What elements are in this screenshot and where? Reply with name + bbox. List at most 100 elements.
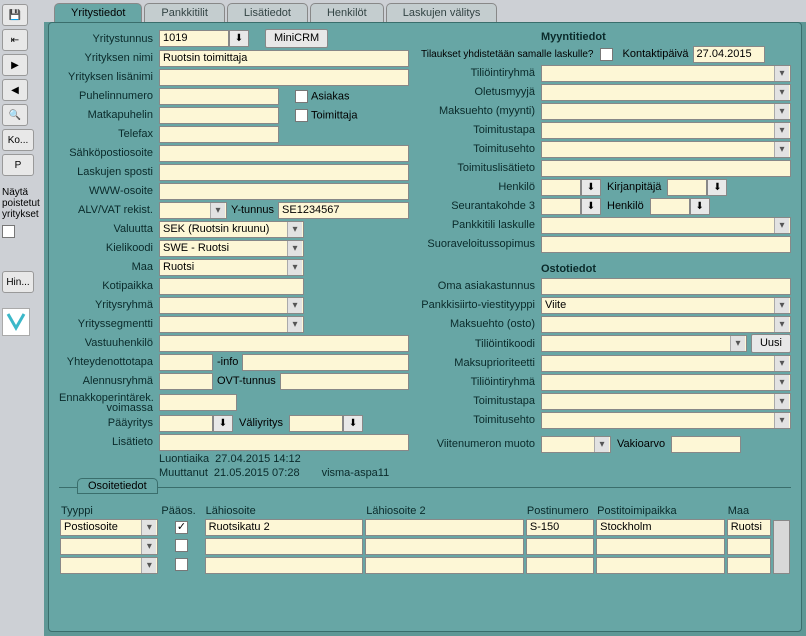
yritystunnus-lookup[interactable]: ⬇ xyxy=(229,30,249,47)
addr-katu[interactable] xyxy=(205,557,364,574)
tiliointiryhma-select[interactable] xyxy=(541,65,791,82)
tab-henkilot[interactable]: Henkilöt xyxy=(310,3,384,22)
maksuprio-select[interactable] xyxy=(541,355,791,372)
tiliointikoodi-select[interactable] xyxy=(541,335,747,352)
info-input[interactable] xyxy=(242,354,409,371)
next-icon[interactable]: ▶ xyxy=(2,54,28,76)
kirjanpitaja-lookup[interactable]: ⬇ xyxy=(707,179,727,196)
p-button[interactable]: P xyxy=(2,154,34,176)
maksuehto-o-select[interactable] xyxy=(541,316,791,333)
addr-tyyppi[interactable] xyxy=(60,538,158,555)
addr-tyyppi[interactable] xyxy=(60,557,158,574)
toimituslisa-input[interactable] xyxy=(541,160,791,177)
henkilo-input[interactable] xyxy=(541,179,581,196)
label-info: -info xyxy=(213,356,242,368)
sposti-input[interactable] xyxy=(159,145,409,162)
addr-katu2[interactable] xyxy=(365,538,524,555)
paayritys-lookup[interactable]: ⬇ xyxy=(213,415,233,432)
kirjanpitaja-input[interactable] xyxy=(667,179,707,196)
valuutta-select[interactable]: SEK (Ruotsin kruunu) xyxy=(159,221,304,238)
pankkitili-select[interactable] xyxy=(541,217,791,234)
minicrm-button[interactable]: MiniCRM xyxy=(265,29,328,48)
yritystunnus-input[interactable]: 1019 xyxy=(159,30,229,47)
uusi-button[interactable]: Uusi xyxy=(751,334,791,353)
ennakko-input[interactable] xyxy=(159,394,237,411)
matkapuhelin-input[interactable] xyxy=(159,107,279,124)
addr-postinro[interactable]: S-150 xyxy=(526,519,594,536)
puhelin-input[interactable] xyxy=(159,88,279,105)
kotipaikka-input[interactable] xyxy=(159,278,304,295)
lisanimi-input[interactable] xyxy=(159,69,409,86)
oletusmyyja-select[interactable] xyxy=(541,84,791,101)
toimitusehto-select[interactable] xyxy=(541,141,791,158)
pankkisiirto-select[interactable]: Viite xyxy=(541,297,791,314)
tab-lisatiedot[interactable]: Lisätiedot xyxy=(227,3,308,22)
addr-ptp[interactable]: Stockholm xyxy=(596,519,725,536)
viitenumeron-select[interactable] xyxy=(541,436,611,453)
oma-asiakas-input[interactable] xyxy=(541,278,791,295)
addr-paaos-checkbox[interactable] xyxy=(175,539,188,552)
addr-title: Osoitetiedot xyxy=(77,478,158,494)
save-icon[interactable]: 💾 xyxy=(2,4,28,26)
seurantakohde-lookup[interactable]: ⬇ xyxy=(581,198,601,215)
alennusryhma-input[interactable] xyxy=(159,373,213,390)
valiyritys-input[interactable] xyxy=(289,415,343,432)
maa-select[interactable]: Ruotsi xyxy=(159,259,304,276)
ko-button[interactable]: Ko... xyxy=(2,129,34,151)
tab-yritystiedot[interactable]: Yritystiedot xyxy=(54,3,142,22)
laskujen-sposti-input[interactable] xyxy=(159,164,409,181)
asiakas-checkbox[interactable] xyxy=(295,90,308,103)
addr-katu[interactable] xyxy=(205,538,364,555)
paayritys-input[interactable] xyxy=(159,415,213,432)
addr-ptp[interactable] xyxy=(596,557,725,574)
ovt-input[interactable] xyxy=(280,373,409,390)
addr-katu[interactable]: Ruotsikatu 2 xyxy=(205,519,364,536)
addr-maa[interactable] xyxy=(727,538,771,555)
www-input[interactable] xyxy=(159,183,409,200)
henkilo2-lookup[interactable]: ⬇ xyxy=(690,198,710,215)
addr-postinro[interactable] xyxy=(526,538,594,555)
show-deleted-checkbox[interactable] xyxy=(2,225,15,238)
addr-paaos-checkbox[interactable] xyxy=(175,558,188,571)
addr-katu2[interactable] xyxy=(365,519,524,536)
addr-katu2[interactable] xyxy=(365,557,524,574)
yhteydenotto-input[interactable] xyxy=(159,354,213,371)
vastuuhenkilo-input[interactable] xyxy=(159,335,409,352)
lisatieto-input[interactable] xyxy=(159,434,409,451)
hin-button[interactable]: Hin... xyxy=(2,271,34,293)
kielikoodi-select[interactable]: SWE - Ruotsi xyxy=(159,240,304,257)
yrityssegmentti-select[interactable] xyxy=(159,316,304,333)
tab-pankkitilit[interactable]: Pankkitilit xyxy=(144,3,224,22)
ytunnus-input[interactable]: SE1234567 xyxy=(278,202,409,219)
addr-maa[interactable] xyxy=(727,557,771,574)
seurantakohde-input[interactable] xyxy=(541,198,581,215)
prev-icon[interactable]: ◀ xyxy=(2,79,28,101)
exit-icon[interactable]: ⇤ xyxy=(2,29,28,51)
addr-maa[interactable]: Ruotsi xyxy=(727,519,771,536)
suoraveloitus-input[interactable] xyxy=(541,236,791,253)
heading-myyntitiedot: Myyntitiedot xyxy=(421,29,791,45)
search-icon[interactable]: 🔍 xyxy=(2,104,28,126)
toimitustapa-select[interactable] xyxy=(541,122,791,139)
henkilo2-input[interactable] xyxy=(650,198,690,215)
toimitustapa2-select[interactable] xyxy=(541,393,791,410)
alv-select[interactable] xyxy=(159,202,227,219)
valiyritys-lookup[interactable]: ⬇ xyxy=(343,415,363,432)
addr-ptp[interactable] xyxy=(596,538,725,555)
addr-paaos-checkbox[interactable] xyxy=(175,521,188,534)
telefax-input[interactable] xyxy=(159,126,279,143)
tiliointiryhma2-select[interactable] xyxy=(541,374,791,391)
addr-postinro[interactable] xyxy=(526,557,594,574)
vakioarvo-input[interactable] xyxy=(671,436,741,453)
addr-scrollbar[interactable] xyxy=(773,520,790,574)
toimitusehto2-select[interactable] xyxy=(541,412,791,429)
nimi-input[interactable]: Ruotsin toimittaja xyxy=(159,50,409,67)
maksuehto-m-select[interactable] xyxy=(541,103,791,120)
yritysryhma-select[interactable] xyxy=(159,297,304,314)
tilaukset-checkbox[interactable] xyxy=(600,48,613,61)
henkilo-lookup[interactable]: ⬇ xyxy=(581,179,601,196)
tab-laskujen-valitys[interactable]: Laskujen välitys xyxy=(386,3,498,22)
addr-tyyppi[interactable]: Postiosoite xyxy=(60,519,158,536)
kontaktipaiva-input[interactable]: 27.04.2015 xyxy=(693,46,765,63)
toimittaja-checkbox[interactable] xyxy=(295,109,308,122)
